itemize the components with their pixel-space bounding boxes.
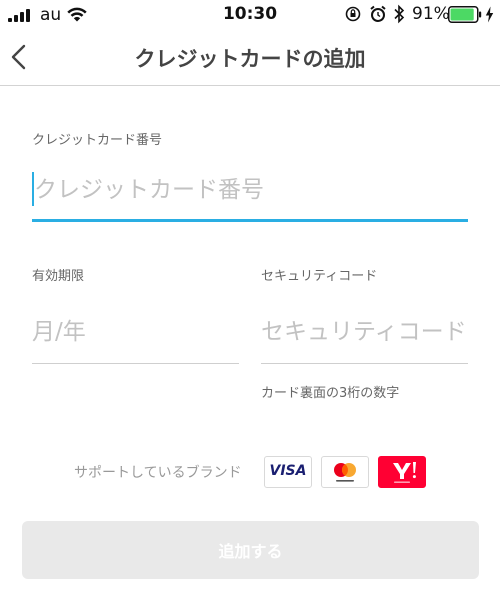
mastercard-icon — [334, 463, 356, 482]
bluetooth-icon — [394, 4, 405, 24]
visa-logo: VISA — [264, 456, 312, 488]
signal-icon — [8, 9, 30, 22]
battery-icon — [448, 6, 482, 23]
chevron-left-icon — [11, 44, 26, 70]
battery-percent: 91% — [412, 4, 450, 24]
expiry-label: 有効期限 — [32, 269, 85, 284]
carrier-name: au — [40, 5, 62, 25]
security-code-label: セキュリティコード — [261, 269, 378, 284]
supported-brands-label: サポートしているブランド — [74, 465, 242, 481]
nav-bar: クレジットカードの追加 — [0, 30, 500, 86]
add-card-button[interactable]: 追加する — [22, 521, 479, 579]
page-title: クレジットカードの追加 — [134, 47, 366, 71]
card-number-label: クレジットカード番号 — [32, 133, 163, 148]
yahoo-icon — [393, 462, 416, 483]
back-button[interactable] — [6, 38, 34, 76]
expiry-field[interactable] — [32, 312, 239, 364]
security-code-input[interactable] — [261, 312, 466, 352]
card-number-field[interactable] — [32, 170, 468, 222]
security-code-field[interactable] — [261, 312, 468, 364]
wifi-icon — [67, 7, 87, 22]
yahoo-logo — [378, 456, 426, 488]
expiry-input[interactable] — [32, 312, 237, 352]
mastercard-logo — [321, 456, 369, 488]
visa-logo-text: VISA — [269, 463, 307, 479]
rotation-lock-icon — [345, 6, 361, 22]
security-code-hint: カード裏面の3桁の数字 — [261, 386, 400, 401]
alarm-icon — [370, 5, 386, 22]
status-bar: au 10:30 91% — [0, 0, 500, 30]
card-number-input[interactable] — [34, 170, 464, 210]
charging-icon — [485, 6, 494, 23]
